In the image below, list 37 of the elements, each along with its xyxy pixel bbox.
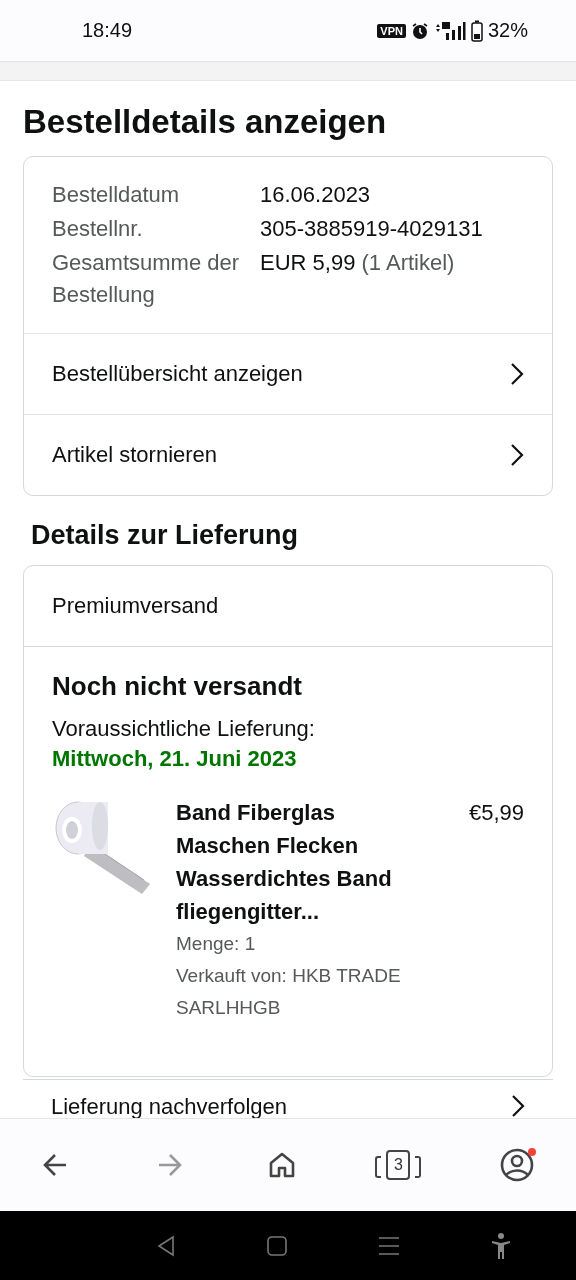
shipping-method: Premiumversand [52,593,219,619]
field-label: Gesamtsumme der Bestellung [52,249,241,309]
product-title[interactable]: Band Fiberglas Maschen Flecken Wasserdichtes Band fliegengitter... [176,796,421,928]
battery-percent: 32% [487,19,528,42]
chevron-right-icon [510,443,524,467]
field-label: Bestelldatum [52,181,181,209]
shipment-status: Noch nicht versandt [52,671,303,702]
price: €5,99 [468,799,524,827]
delivery-estimate-label: Voraussichtliche Lieferung: [52,715,316,743]
account-icon [499,1148,534,1182]
tabs-button[interactable]: 3 [375,1144,422,1186]
delivery-date: Mittwoch, 21. Juni 2023 [52,745,298,773]
link-label: Bestellübersicht anzeigen [52,361,303,387]
section-heading: Details zur Lieferung [31,520,300,551]
clock: 18:49 [82,19,134,42]
field-value: EUR 5,99 (1 Artikel) [260,249,456,277]
page-title: Bestelldetails anzeigen [23,103,388,141]
system-back-icon[interactable] [155,1235,176,1257]
link-row[interactable]: Bestellübersicht anzeigen [24,334,552,415]
signal-icon [433,20,466,41]
system-recents-icon[interactable] [377,1236,400,1256]
accessibility-icon[interactable] [490,1233,511,1259]
field-label: Bestellnr. [52,215,144,243]
chevron-right-icon [511,1094,525,1118]
chevron-right-icon [510,362,524,386]
alarm-icon [410,21,429,40]
tab-count: 3 [386,1150,411,1180]
system-home-icon[interactable] [266,1236,287,1256]
field-value: 16.06.2023 [260,181,372,209]
battery-icon [470,19,483,42]
vpn-badge: VPN [377,23,406,38]
quantity: Menge: 1 [176,932,257,956]
link-row[interactable]: Artikel stornieren [24,415,552,495]
seller: Verkauft von: HKB TRADE SARLHHGB [176,964,402,1020]
link-label: Artikel stornieren [52,442,218,468]
link-label: Lieferung nachverfolgen [51,1094,288,1118]
field-value: 305-3885919-4029131 [260,215,484,243]
